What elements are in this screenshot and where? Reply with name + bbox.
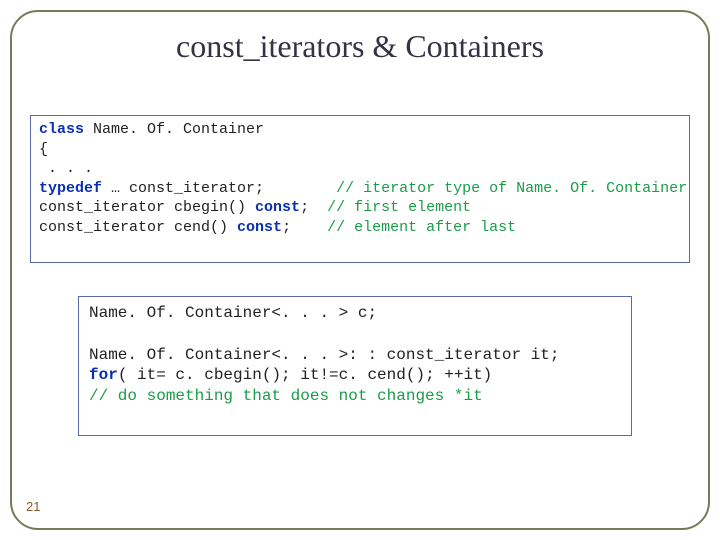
code-text: ( it= c. cbegin(); it!=c. cend(); ++it) — [118, 366, 492, 384]
slide-frame — [10, 10, 710, 530]
comment: // iterator type of Name. Of. Container — [336, 180, 687, 197]
code-text: const_iterator cend() — [39, 219, 237, 236]
comment: // element after last — [327, 219, 516, 236]
slide-title: const_iterators & Containers — [0, 28, 720, 65]
keyword-typedef: typedef — [39, 180, 102, 197]
code-box-usage: Name. Of. Container<. . . > c; Name. Of.… — [78, 296, 632, 436]
slide: const_iterators & Containers class Name.… — [0, 0, 720, 540]
code-text: Name. Of. Container<. . . > c; — [89, 304, 377, 322]
code-text: const_iterator cbegin() — [39, 199, 255, 216]
keyword-for: for — [89, 366, 118, 384]
code-text: Name. Of. Container<. . . >: : const_ite… — [89, 346, 559, 364]
code-text: ; — [282, 219, 327, 236]
code-text: Name. Of. Container — [84, 121, 264, 138]
page-number: 21 — [26, 499, 40, 514]
code-text: . . . — [39, 160, 102, 177]
code-text: … const_iterator; — [102, 180, 336, 197]
comment: // do something that does not changes *i… — [89, 387, 483, 405]
code-text: { — [39, 141, 48, 158]
keyword-class: class — [39, 121, 84, 138]
code-box-class: class Name. Of. Container { . . . typede… — [30, 115, 690, 263]
code-text: ; — [300, 199, 327, 216]
keyword-const: const — [255, 199, 300, 216]
comment: // first element — [327, 199, 471, 216]
keyword-const: const — [237, 219, 282, 236]
